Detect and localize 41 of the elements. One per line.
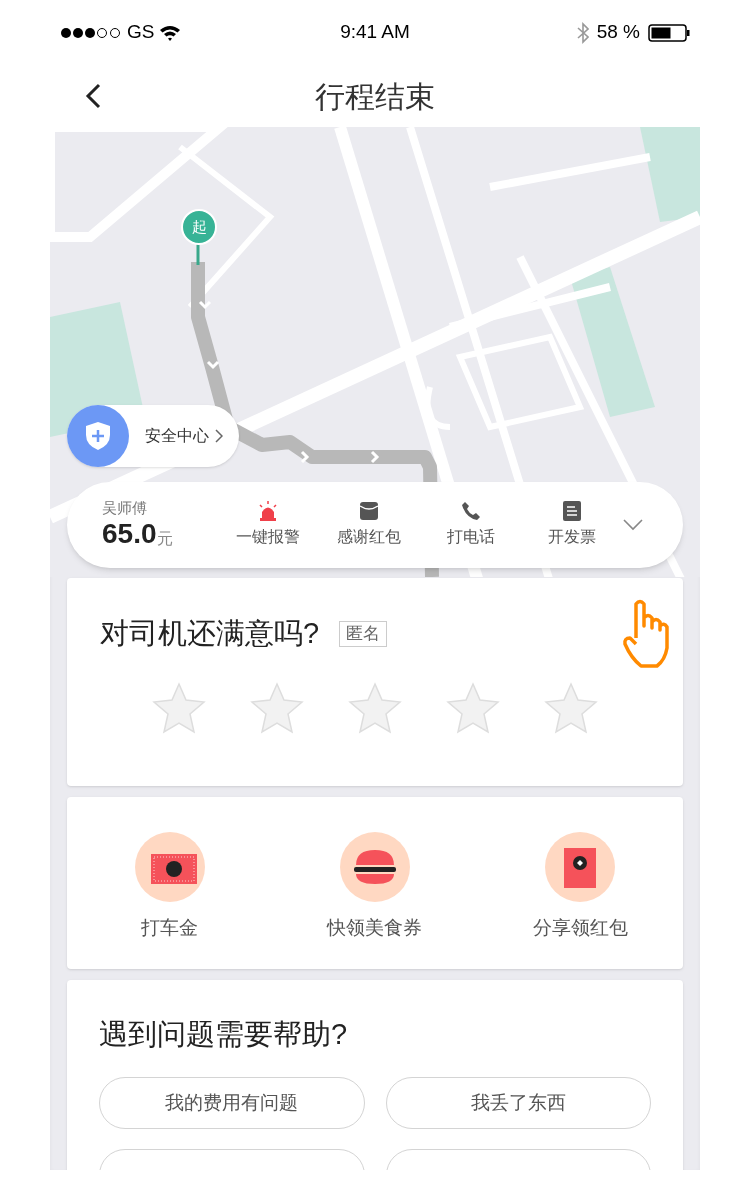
action-button[interactable]: 打电话 <box>420 501 522 549</box>
help-option-button[interactable]: 我丢了东西 <box>385 1077 651 1129</box>
action-button[interactable]: 一键报警 <box>217 501 319 549</box>
anonymous-tag: 匿名 <box>339 620 388 647</box>
cash-icon <box>134 832 205 902</box>
star-icon[interactable] <box>152 681 206 734</box>
envelope-icon <box>359 501 380 521</box>
phone-icon <box>460 501 481 521</box>
signal-icon <box>60 26 122 39</box>
gift-packet-icon <box>545 832 616 902</box>
action-button[interactable]: 开发票 <box>521 501 623 549</box>
wifi-icon <box>159 24 182 41</box>
star-icon[interactable] <box>250 681 304 734</box>
back-icon[interactable] <box>85 83 101 109</box>
carrier-name: GS <box>127 20 155 45</box>
chevron-right-icon <box>215 429 223 443</box>
battery-percent: 58 % <box>596 20 640 45</box>
bluetooth-icon <box>576 21 589 44</box>
currency-unit: 元 <box>156 529 173 549</box>
help-option-button[interactable]: 我的费用有问题 <box>99 1077 365 1129</box>
safety-center-button[interactable]: 安全中心 <box>67 405 239 467</box>
battery-icon <box>648 23 690 42</box>
star-icon[interactable] <box>446 681 500 734</box>
status-time: 9:41 AM <box>339 20 411 45</box>
star-icon[interactable] <box>348 681 402 734</box>
expand-icon[interactable] <box>623 519 643 531</box>
reward-button[interactable]: 打车金 <box>67 832 273 943</box>
burger-icon <box>340 832 410 902</box>
help-title: 遇到问题需要帮助? <box>99 1017 349 1052</box>
document-icon <box>563 501 582 521</box>
reward-button[interactable]: 快领美食券 <box>272 832 478 943</box>
driver-name: 吴师傅 <box>102 499 148 517</box>
page-title: 行程结束 <box>315 78 435 115</box>
star-icon[interactable] <box>544 681 598 734</box>
shield-icon <box>67 405 129 467</box>
start-marker: 起 <box>191 216 207 237</box>
action-button[interactable]: 感谢红包 <box>318 501 420 549</box>
reward-button[interactable]: 分享领红包 <box>477 832 683 943</box>
fare-amount: 65.0 <box>102 517 157 551</box>
siren-icon <box>257 501 278 521</box>
rating-question: 对司机还满意吗? <box>100 616 320 651</box>
